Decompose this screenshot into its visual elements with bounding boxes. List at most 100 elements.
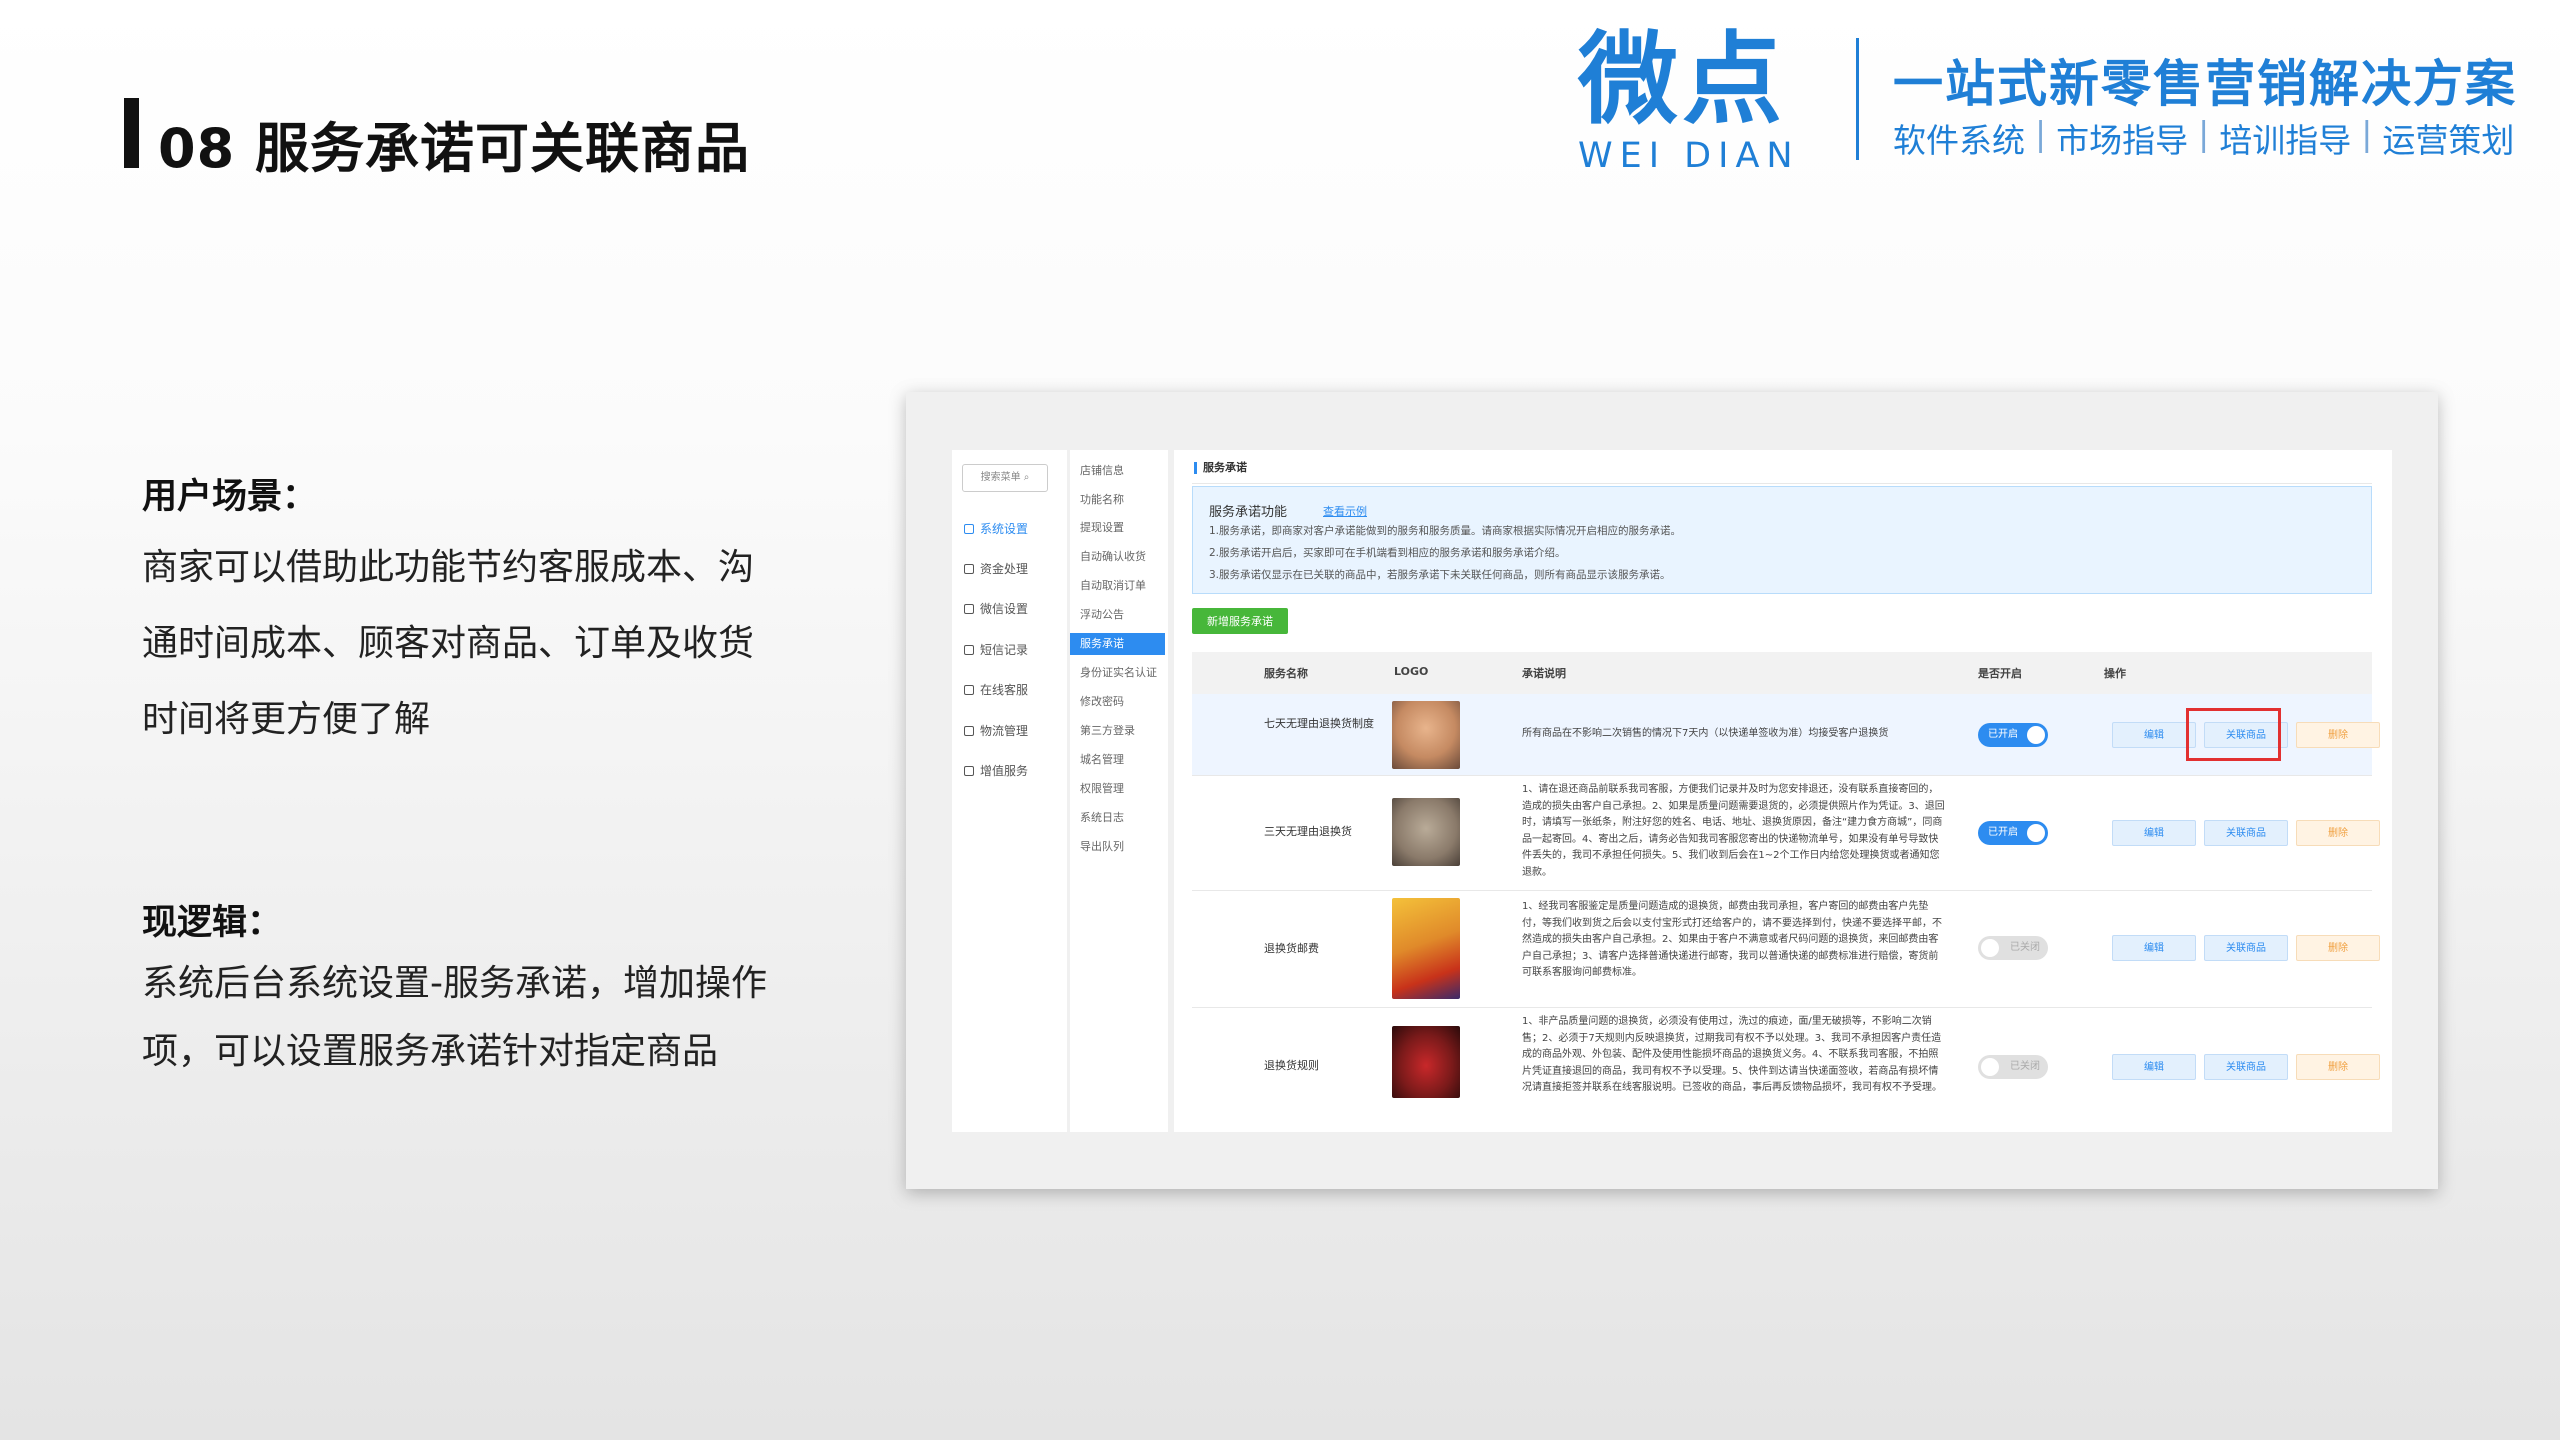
service-logo-image <box>1392 701 1460 769</box>
subnav-item[interactable]: 功能名称 <box>1078 489 1168 511</box>
service-item: 市场指导 <box>2056 121 2189 160</box>
subnav-item-service-promise[interactable]: 服务承诺 <box>1070 633 1165 655</box>
edit-button[interactable]: 编辑 <box>2112 935 2196 961</box>
add-service-promise-button[interactable]: 新增服务承诺 <box>1192 608 1288 634</box>
info-box: 服务承诺功能 查看示例 1.服务承诺，即商家对客户承诺能做到的服务和服务质量。请… <box>1192 486 2372 594</box>
sidebar-item-value-added[interactable]: 增值服务 <box>964 762 1028 779</box>
service-item: 运营策划 <box>2382 121 2515 160</box>
service-description: 1、经我司客服鉴定是质量问题造成的退换货，邮费由我司承担，客户寄回的邮费由客户先… <box>1522 901 1942 978</box>
service-name: 退换货邮费 <box>1264 942 1319 955</box>
toggle-label: 已开启 <box>1988 827 2018 838</box>
edit-button[interactable]: 编辑 <box>2112 820 2196 846</box>
toggle-label: 已开启 <box>1988 729 2018 740</box>
subnav-item[interactable]: 导出队列 <box>1078 836 1168 858</box>
page-title: 服务承诺 <box>1194 462 1247 474</box>
sidebar-item-funds[interactable]: 资金处理 <box>964 560 1028 577</box>
delete-button[interactable]: 删除 <box>2296 722 2380 748</box>
slide-title: 08 服务承诺可关联商品 <box>158 117 750 180</box>
sidebar-item-label: 短信记录 <box>980 643 1029 657</box>
service-item: 培训指导 <box>2219 121 2352 160</box>
sidebar-item-label: 微信设置 <box>980 602 1029 616</box>
subnav-item[interactable]: 提现设置 <box>1078 517 1168 539</box>
separator: | <box>2035 114 2047 153</box>
subnav-item[interactable]: 自动确认收货 <box>1078 546 1168 568</box>
sidebar-item-logistics[interactable]: 物流管理 <box>964 722 1028 739</box>
service-logo-image <box>1392 898 1460 999</box>
title-accent-bar <box>124 98 139 168</box>
secondary-sidebar: 店铺信息 功能名称 提现设置 自动确认收货 自动取消订单 浮动公告 服务承诺 身… <box>1070 450 1168 1132</box>
tagline: 一站式新零售营销解决方案 <box>1893 55 2517 113</box>
delete-button[interactable]: 删除 <box>2296 1054 2380 1080</box>
service-icon <box>964 684 974 695</box>
link-products-button[interactable]: 关联商品 <box>2204 820 2288 846</box>
sidebar-item-label: 系统设置 <box>980 522 1029 536</box>
subnav-item[interactable]: 第三方登录 <box>1078 720 1168 742</box>
edit-button[interactable]: 编辑 <box>2112 722 2196 748</box>
enable-toggle[interactable]: 已开启 <box>1978 723 2048 747</box>
enable-toggle[interactable]: 已关闭 <box>1978 1055 2048 1079</box>
subnav-item[interactable]: 浮动公告 <box>1078 604 1168 626</box>
link-products-button[interactable]: 关联商品 <box>2204 1054 2288 1080</box>
service-list: 软件系统 | 市场指导 | 培训指导 | 运营策划 <box>1893 114 2514 162</box>
table-row: 三天无理由退换货 1、请在退还商品前联系我司客服，方便我们记录并及时为您安排退还… <box>1192 776 2380 891</box>
sidebar-item-wechat[interactable]: 微信设置 <box>964 600 1028 617</box>
divider <box>1192 483 2372 484</box>
sidebar-item-sms[interactable]: 短信记录 <box>964 641 1028 658</box>
delete-button[interactable]: 删除 <box>2296 820 2380 846</box>
toggle-knob <box>2027 824 2045 842</box>
enable-toggle[interactable]: 已开启 <box>1978 821 2048 845</box>
toggle-knob <box>1981 939 1999 957</box>
sidebar-item-label: 资金处理 <box>980 562 1029 576</box>
table-row: 退换货规则 1、非产品质量问题的退换货，必须没有使用过，洗过的痕迹，面/里无破损… <box>1192 1008 2380 1128</box>
info-heading: 服务承诺功能 <box>1209 505 1288 520</box>
logic-label: 现逻辑： <box>142 903 283 943</box>
sidebar-item-system-settings[interactable]: 系统设置 <box>964 520 1028 537</box>
highlight-box <box>2186 708 2281 761</box>
separator: | <box>2198 114 2210 153</box>
column-header: 服务名称 <box>1264 667 1308 680</box>
link-products-button[interactable]: 关联商品 <box>2204 935 2288 961</box>
scene-text: 商家可以借助此功能节约客服成本、沟通时间成本、顾客对商品、订单及收货时间将更方便… <box>142 547 755 740</box>
service-item: 软件系统 <box>1893 121 2025 160</box>
service-name: 退换货规则 <box>1264 1059 1319 1072</box>
service-logo-image <box>1392 798 1460 866</box>
subnav-item[interactable]: 店铺信息 <box>1078 460 1168 482</box>
subnav-item[interactable]: 权限管理 <box>1078 778 1168 800</box>
logo-chinese: 微点 <box>1578 21 1786 138</box>
info-line: 1.服务承诺，即商家对客户承诺能做到的服务和服务质量。请商家根据实际情况开启相应… <box>1209 525 1682 537</box>
money-icon <box>964 563 974 574</box>
logic-text: 系统后台系统设置-服务承诺，增加操作项，可以设置服务承诺针对指定商品 <box>142 963 767 1072</box>
primary-sidebar: 搜索菜单 ⌕ 系统设置 资金处理 微信设置 短信记录 在线客服 物流管理 增值服… <box>952 450 1067 1132</box>
column-header: 操作 <box>2104 667 2126 680</box>
plus-icon <box>964 765 974 776</box>
sidebar-item-label: 在线客服 <box>980 683 1029 697</box>
scene-label: 用户场景： <box>142 477 318 517</box>
toggle-label: 已关闭 <box>2010 942 2040 953</box>
column-header: 承诺说明 <box>1522 667 1566 680</box>
menu-search-input[interactable]: 搜索菜单 ⌕ <box>962 464 1048 492</box>
subnav-item[interactable]: 修改密码 <box>1078 691 1168 713</box>
info-line: 2.服务承诺开启后，买家即可在手机端看到相应的服务承诺和服务承诺介绍。 <box>1209 547 1566 559</box>
service-description: 所有商品在不影响二次销售的情况下7天内（以快递单签收为准）均接受客户退换货 <box>1522 728 1889 739</box>
sidebar-item-label: 物流管理 <box>980 724 1029 738</box>
table-header: 服务名称 LOGO 承诺说明 是否开启 操作 <box>1192 652 2372 694</box>
service-description: 1、请在退还商品前联系我司客服，方便我们记录并及时为您安排退还，没有联系直接寄回… <box>1522 784 1945 878</box>
gear-icon <box>964 523 974 534</box>
service-name: 三天无理由退换货 <box>1264 825 1352 838</box>
subnav-item[interactable]: 身份证实名认证 <box>1078 662 1168 684</box>
subnav-item[interactable]: 城名管理 <box>1078 749 1168 771</box>
logo-english: WEI DIAN <box>1578 136 1800 176</box>
subnav-item[interactable]: 自动取消订单 <box>1078 575 1168 597</box>
enable-toggle[interactable]: 已关闭 <box>1978 936 2048 960</box>
wechat-icon <box>964 603 974 614</box>
delete-button[interactable]: 删除 <box>2296 935 2380 961</box>
main-panel: 服务承诺 服务承诺功能 查看示例 1.服务承诺，即商家对客户承诺能做到的服务和服… <box>1174 450 2392 1132</box>
view-example-link[interactable]: 查看示例 <box>1323 503 1367 519</box>
sidebar-item-online-service[interactable]: 在线客服 <box>964 681 1028 698</box>
company-logo: 微点 WEI DIAN <box>1578 21 1830 177</box>
sidebar-item-label: 增值服务 <box>980 764 1029 778</box>
toggle-label: 已关闭 <box>2010 1061 2040 1072</box>
toggle-knob <box>1981 1058 1999 1076</box>
edit-button[interactable]: 编辑 <box>2112 1054 2196 1080</box>
subnav-item[interactable]: 系统日志 <box>1078 807 1168 829</box>
